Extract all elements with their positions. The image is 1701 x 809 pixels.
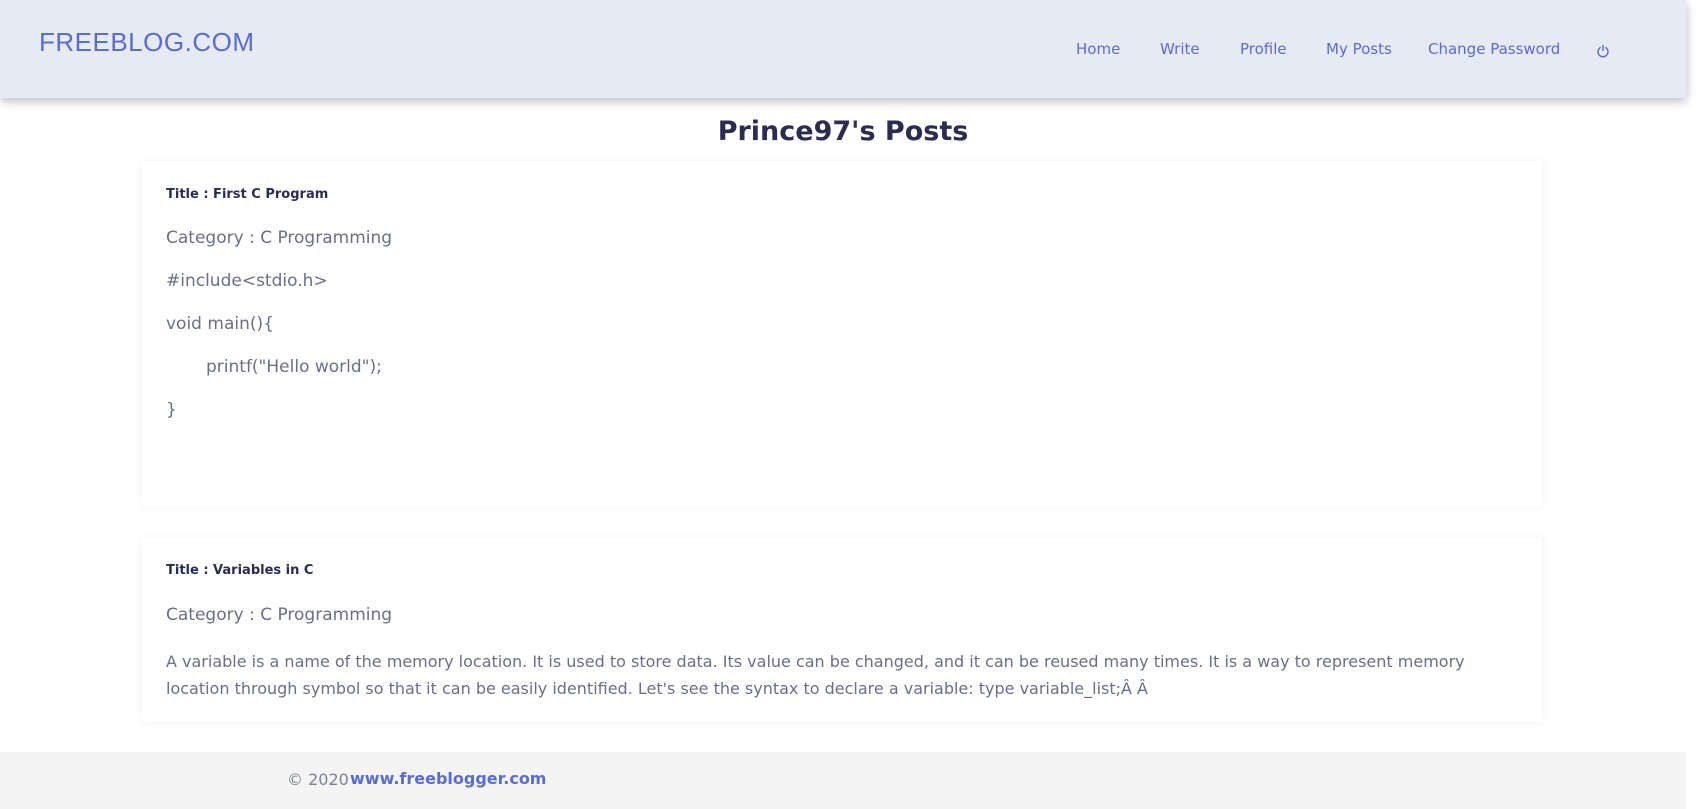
footer: © 2020 www.freeblogger.com [0, 752, 1686, 809]
power-icon[interactable] [1596, 44, 1610, 58]
post-content-line: #include<stdio.h> [166, 271, 328, 291]
post-category: Category : C Programming [166, 228, 393, 248]
nav-menu: Home Write Profile My Posts Change Passw… [0, 40, 1686, 60]
nav-my-posts-link[interactable]: My Posts [1326, 40, 1392, 58]
post-card: Title : First C Program Category : C Pro… [142, 161, 1542, 507]
post-content-line: printf("Hello world"); [206, 357, 382, 377]
post-card: Title : Variables in C Category : C Prog… [142, 538, 1542, 722]
post-content-line: void main(){ [166, 314, 274, 334]
post-title: Title : First C Program [166, 187, 329, 202]
navbar: FREEBLOG.COM Home Write Profile My Posts… [0, 0, 1686, 98]
nav-profile-link[interactable]: Profile [1240, 40, 1287, 58]
page-title: Prince97's Posts [717, 116, 969, 147]
post-category: Category : C Programming [166, 605, 393, 625]
post-content-line: } [166, 400, 177, 420]
footer-copyright: © 2020 [287, 770, 349, 789]
page: FREEBLOG.COM Home Write Profile My Posts… [0, 0, 1701, 809]
nav-write-link[interactable]: Write [1160, 40, 1200, 58]
nav-home-link[interactable]: Home [1076, 40, 1120, 58]
footer-site-link[interactable]: www.freeblogger.com [350, 769, 546, 788]
post-body: A variable is a name of the memory locat… [166, 652, 1465, 698]
nav-change-password-link[interactable]: Change Password [1428, 40, 1560, 58]
post-title: Title : Variables in C [166, 563, 314, 578]
